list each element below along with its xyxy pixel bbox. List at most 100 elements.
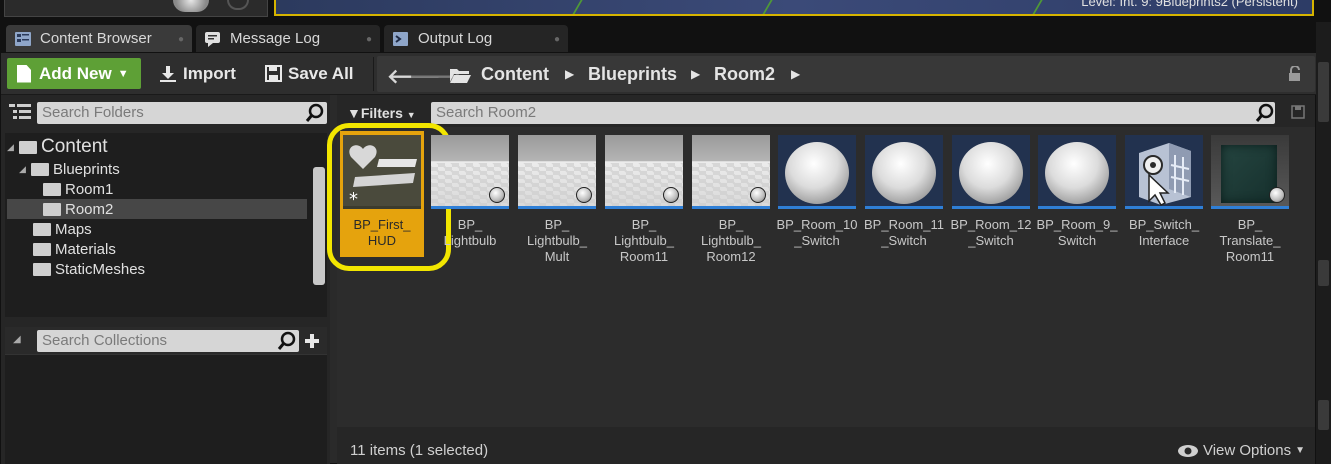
side-panel-tab[interactable] — [1318, 62, 1329, 122]
viewport-line — [761, 0, 773, 14]
actor-ball-icon — [1269, 187, 1285, 203]
asset-label: BP_Switch_ Interface — [1128, 217, 1200, 248]
collections-panel: ◢ Search Collections — [5, 327, 327, 464]
eye-icon — [1177, 444, 1198, 457]
save-search-icon[interactable] — [1291, 105, 1305, 119]
sphere-thumbnail — [173, 0, 209, 12]
search-icon[interactable] — [305, 103, 325, 123]
tab-close-icon[interactable]: ● — [554, 34, 560, 45]
tree-item-room1[interactable]: Room1 — [43, 179, 113, 199]
tree-item-content[interactable]: ◢ Content — [7, 136, 108, 157]
viewport-line — [1031, 0, 1043, 14]
asset-label: BP_ Lightbulb — [443, 217, 497, 248]
actor-ball-icon — [489, 187, 505, 203]
breadcrumb-item-blueprints[interactable]: Blueprints — [588, 64, 677, 85]
tree-item-materials[interactable]: Materials — [33, 239, 116, 259]
save-icon — [265, 65, 282, 82]
asset-thumbnail — [778, 135, 856, 209]
lock-icon[interactable] — [1287, 66, 1303, 82]
asset-type-bar — [865, 206, 943, 209]
asset-type-bar — [518, 206, 596, 209]
tab-output-log[interactable]: Output Log ● — [384, 25, 568, 52]
asset-type-bar — [605, 206, 683, 209]
folder-tree: ◢ Content ◢ Blueprints Room1 Room2 Maps — [5, 133, 327, 317]
content-browser-icon — [15, 31, 31, 46]
folder-search-row: Search Folders — [1, 99, 330, 127]
breadcrumb-item-room2[interactable]: Room2 — [714, 64, 775, 85]
asset-label: BP_ Translate_ Room11 — [1219, 217, 1281, 264]
import-button[interactable]: Import — [159, 58, 236, 89]
asset-type-bar — [1125, 206, 1203, 209]
tree-item-maps[interactable]: Maps — [33, 219, 92, 239]
tree-item-label: Materials — [55, 240, 116, 258]
save-all-button[interactable]: Save All — [265, 58, 354, 89]
folder-icon — [43, 202, 61, 216]
asset-label: BP_Room_9_ Switch — [1036, 217, 1118, 248]
tree-item-room2[interactable]: Room2 — [7, 199, 307, 219]
level-viewport[interactable]: Level: Int. 9: 9Blueprints2 (Persistent) — [274, 0, 1314, 16]
side-panel-tab[interactable] — [1318, 260, 1329, 286]
sources-toggle-icon[interactable] — [9, 103, 31, 121]
folder-icon — [33, 262, 51, 276]
add-collection-icon[interactable] — [304, 333, 320, 349]
add-new-button[interactable]: Add New ▼ — [7, 58, 141, 89]
import-label: Import — [183, 63, 236, 83]
search-collections-input[interactable]: Search Collections — [37, 330, 299, 352]
search-icon[interactable] — [277, 331, 297, 351]
sphere-preview — [1045, 142, 1109, 204]
collections-header: ◢ Search Collections — [5, 327, 327, 355]
import-icon — [160, 65, 176, 82]
expand-arrow-icon[interactable]: ◢ — [19, 164, 29, 175]
collapse-arrow-icon[interactable]: ◢ — [13, 334, 21, 345]
asset-thumbnail — [692, 135, 770, 209]
asset-label: BP_Room_10 _Switch — [776, 217, 858, 248]
folder-icon — [33, 222, 51, 236]
filter-row: ▼Filters ▼ Search Room2 — [337, 99, 1315, 125]
asset-status-bar: 11 items (1 selected) View Options ▼ — [337, 427, 1315, 464]
breadcrumb-item-content[interactable]: Content — [481, 64, 549, 85]
side-panel-tab[interactable] — [1318, 400, 1329, 430]
sphere-preview — [959, 142, 1023, 204]
tree-item-blueprints[interactable]: ◢ Blueprints — [19, 159, 120, 179]
viewport-line — [571, 0, 583, 14]
search-icon[interactable] — [1255, 103, 1275, 123]
chevron-down-icon: ▼ — [406, 110, 416, 120]
breadcrumb: 🡐 🡒 Content ▶ Blueprints ▶ Room2 ▶ — [377, 56, 1315, 92]
filters-button[interactable]: ▼Filters ▼ — [347, 105, 416, 121]
folder-tree-scrollbar[interactable] — [313, 167, 325, 285]
tab-content-browser[interactable]: Content Browser ● — [6, 25, 192, 52]
folder-open-icon — [31, 162, 49, 176]
asset-type-bar — [1038, 206, 1116, 209]
tree-item-label: Room2 — [65, 200, 114, 218]
expand-arrow-icon[interactable]: ◢ — [7, 142, 17, 153]
asset-label: BP_Room_11 _Switch — [864, 217, 944, 248]
filters-label: Filters — [360, 105, 403, 121]
tab-close-icon[interactable]: ● — [178, 34, 184, 45]
output-log-icon — [393, 31, 408, 46]
chevron-right-icon[interactable]: ▶ — [791, 67, 800, 81]
content-browser-toolbar: Add New ▼ Import Save All 🡐 🡒 Content ▶ … — [1, 53, 1317, 95]
actor-ball-icon — [576, 187, 592, 203]
tree-item-label: Room1 — [65, 180, 114, 198]
tab-close-icon[interactable]: ● — [366, 34, 372, 45]
right-edge-panel — [1316, 22, 1331, 464]
chevron-right-icon[interactable]: ▶ — [565, 67, 574, 81]
actor-ball-icon — [750, 187, 766, 203]
tab-label: Message Log — [230, 30, 321, 47]
tree-item-label: StaticMeshes — [55, 260, 146, 278]
chevron-down-icon: ▼ — [117, 67, 129, 80]
content-browser-panel: Add New ▼ Import Save All 🡐 🡒 Content ▶ … — [0, 52, 1317, 464]
toolbar-divider — [373, 57, 374, 91]
asset-label: BP_Room_12 _Switch — [950, 217, 1032, 248]
search-assets-input[interactable]: Search Room2 — [431, 102, 1275, 124]
tree-item-staticmeshes[interactable]: StaticMeshes — [33, 259, 145, 279]
view-options-button[interactable]: View Options ▼ — [1177, 442, 1305, 459]
sources-panel: Search Folders ◢ Content ◢ Blueprints Ro… — [1, 95, 330, 464]
asset-label: BP_ Lightbulb_ Room11 — [614, 217, 674, 264]
reset-icon[interactable] — [227, 0, 249, 10]
chevron-right-icon[interactable]: ▶ — [691, 67, 700, 81]
search-folders-input[interactable]: Search Folders — [37, 102, 327, 124]
tab-message-log[interactable]: Message Log ● — [196, 25, 380, 52]
asset-thumbnail — [1125, 135, 1203, 209]
folder-icon — [33, 242, 51, 256]
